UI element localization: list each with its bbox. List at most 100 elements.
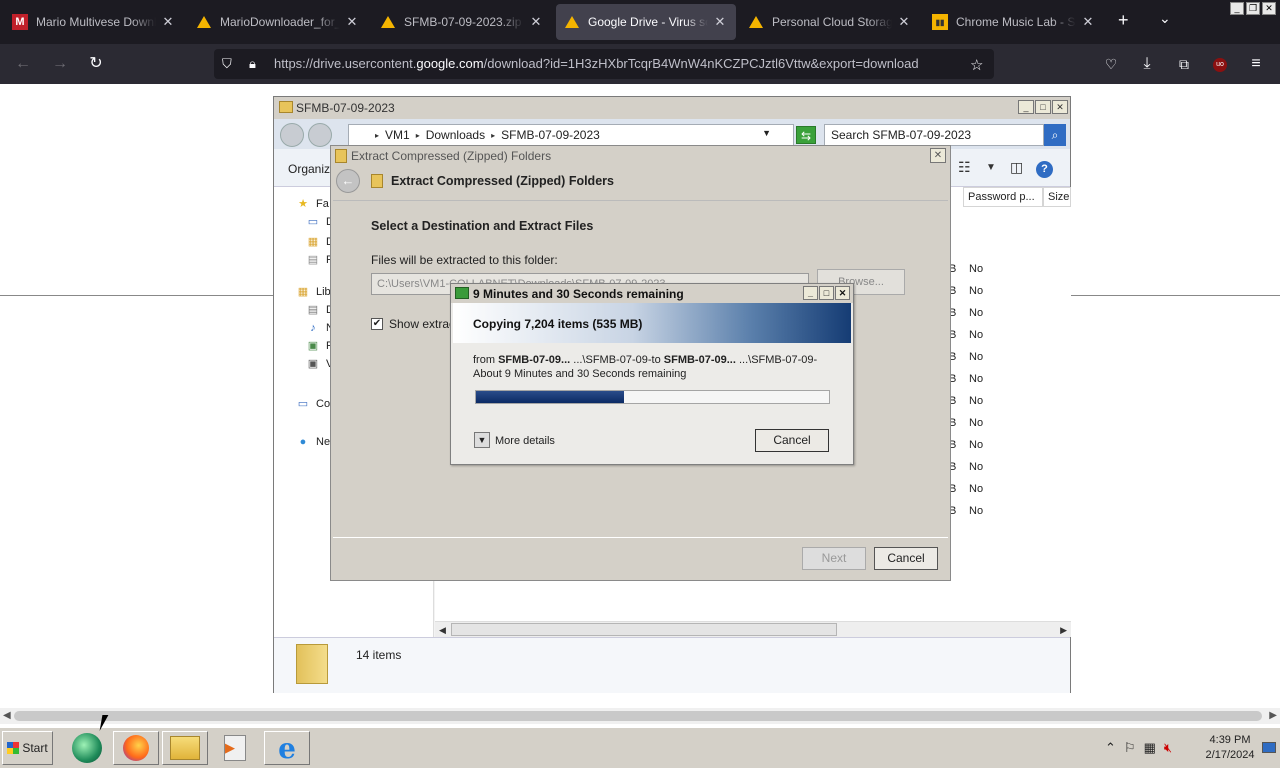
explorer-maximize-button[interactable]: □ bbox=[1035, 100, 1051, 114]
password-protected-value: No bbox=[969, 307, 984, 319]
chevron-down-icon[interactable]: ▼ bbox=[986, 162, 996, 173]
explorer-search-input[interactable]: Search SFMB-07-09-2023 bbox=[824, 124, 1044, 146]
url-bar[interactable]: ⛉ 🔒︎ https://drive.usercontent.google.co… bbox=[214, 49, 994, 79]
page-scrollbar-thumb[interactable] bbox=[14, 711, 1262, 721]
password-protected-value: No bbox=[969, 351, 984, 363]
explorer-title-bar[interactable]: SFMB-07-09-2023 _ □ ✕ bbox=[274, 97, 1070, 119]
preview-pane-icon[interactable]: ◫ bbox=[1010, 159, 1023, 176]
start-button[interactable]: Start bbox=[2, 731, 53, 765]
documents-icon: ▤ bbox=[307, 303, 319, 316]
file-explorer-icon[interactable] bbox=[162, 731, 208, 765]
shield-icon[interactable]: ⛉ bbox=[222, 56, 232, 72]
wizard-header-title: Extract Compressed (Zipped) Folders bbox=[391, 174, 614, 188]
more-details-toggle[interactable]: ▼ bbox=[474, 432, 490, 448]
browser-tab[interactable]: MarioDownloader_for_Yo ✕ bbox=[188, 4, 368, 40]
action-center-flag-icon[interactable]: ⚐ bbox=[1124, 740, 1136, 756]
close-button[interactable]: ✕ bbox=[1262, 2, 1276, 15]
breadcrumb-folder[interactable]: SFMB-07-09-2023 bbox=[501, 128, 600, 142]
more-details-label[interactable]: More details bbox=[495, 435, 555, 447]
tab-close-icon[interactable]: ✕ bbox=[528, 14, 544, 30]
media-center-icon[interactable] bbox=[64, 731, 110, 765]
volume-muted-icon[interactable]: 🔇︎ bbox=[1164, 740, 1172, 756]
search-icon[interactable]: ⌕ bbox=[1044, 124, 1066, 146]
explorer-horizontal-scrollbar[interactable]: ◀ ▶ bbox=[435, 621, 1071, 637]
clock-date: 2/17/2024 bbox=[1205, 749, 1255, 761]
explorer-window-controls: _ □ ✕ bbox=[1018, 100, 1068, 114]
explorer-back-button[interactable] bbox=[280, 123, 304, 147]
show-hidden-icons-icon[interactable]: ⌃ bbox=[1105, 740, 1116, 756]
minimize-button[interactable]: _ bbox=[1230, 2, 1244, 15]
progress-close-button[interactable]: ✕ bbox=[835, 286, 850, 300]
destination-label: Files will be extracted to this folder: bbox=[371, 253, 558, 267]
explorer-minimize-button[interactable]: _ bbox=[1018, 100, 1034, 114]
breadcrumb[interactable]: ▸ VM1 ▸ Downloads ▸ SFMB-07-09-2023 ▼ bbox=[348, 124, 794, 146]
zip-folder-icon bbox=[335, 149, 347, 163]
ublock-icon[interactable]: uo bbox=[1209, 53, 1231, 75]
google-drive-icon bbox=[380, 14, 396, 30]
tab-close-icon[interactable]: ✕ bbox=[1080, 14, 1096, 30]
refresh-icon[interactable]: ⇆ bbox=[796, 126, 816, 144]
bookmark-star-icon[interactable]: ☆ bbox=[970, 56, 983, 74]
lock-icon[interactable]: 🔒︎ bbox=[249, 56, 256, 72]
help-icon[interactable]: ? bbox=[1036, 161, 1053, 178]
site-favicon-icon: M bbox=[12, 14, 28, 30]
forward-arrow-icon[interactable]: → bbox=[49, 53, 71, 75]
wizard-title-bar[interactable]: Extract Compressed (Zipped) Folders ✕ bbox=[331, 146, 950, 166]
breadcrumb-vm1[interactable]: VM1 bbox=[385, 128, 410, 142]
download-icon[interactable]: ⤓ bbox=[1136, 53, 1158, 75]
scroll-left-icon[interactable]: ◀ bbox=[439, 622, 446, 638]
progress-minimize-button[interactable]: _ bbox=[803, 286, 818, 300]
extensions-icon[interactable]: ⧉ bbox=[1173, 53, 1195, 75]
wizard-close-button[interactable]: ✕ bbox=[930, 148, 946, 163]
new-tab-button[interactable]: + bbox=[1118, 10, 1129, 31]
clock[interactable]: 4:39 PM 2/17/2024 bbox=[1202, 733, 1258, 763]
reload-icon[interactable]: ↻ bbox=[85, 53, 107, 75]
password-protected-value: No bbox=[969, 285, 984, 297]
chevron-down-icon[interactable]: ▼ bbox=[762, 128, 771, 138]
explorer-close-button[interactable]: ✕ bbox=[1052, 100, 1068, 114]
nav-item-label: Co bbox=[316, 398, 331, 410]
view-options-icon[interactable]: ☷ bbox=[958, 159, 971, 176]
progress-title-bar[interactable]: 9 Minutes and 30 Seconds remaining _ □ ✕ bbox=[451, 284, 853, 303]
progress-maximize-button[interactable]: □ bbox=[819, 286, 834, 300]
breadcrumb-downloads[interactable]: Downloads bbox=[426, 128, 485, 142]
menu-icon[interactable]: ≡ bbox=[1245, 53, 1267, 75]
browser-tab[interactable]: SFMB-07-09-2023.zip - G ✕ bbox=[372, 4, 552, 40]
browser-tab[interactable]: M Mario Multivese Download ✕ bbox=[4, 4, 184, 40]
firefox-icon[interactable] bbox=[113, 731, 159, 765]
restore-button[interactable]: ❐ bbox=[1246, 2, 1260, 15]
tab-close-icon[interactable]: ✕ bbox=[344, 14, 360, 30]
scroll-right-icon[interactable]: ▶ bbox=[1269, 708, 1277, 724]
page-horizontal-scrollbar[interactable]: ◀ ▶ bbox=[0, 708, 1280, 724]
tab-close-icon[interactable]: ✕ bbox=[896, 14, 912, 30]
wizard-window-title: Extract Compressed (Zipped) Folders bbox=[351, 149, 552, 163]
explorer-forward-button[interactable] bbox=[308, 123, 332, 147]
browser-tab[interactable]: Personal Cloud Storage ✕ bbox=[740, 4, 920, 40]
network-icon[interactable]: ▦ bbox=[1144, 740, 1156, 756]
column-header-size[interactable]: Size bbox=[1043, 187, 1071, 207]
progress-bar-fill bbox=[476, 391, 625, 403]
column-header-password[interactable]: Password p... bbox=[963, 187, 1043, 207]
progress-cancel-button[interactable]: Cancel bbox=[755, 429, 829, 452]
browser-tab[interactable]: ▮▮ Chrome Music Lab - Song ✕ bbox=[924, 4, 1104, 40]
tab-close-icon[interactable]: ✕ bbox=[160, 14, 176, 30]
from-name-link[interactable]: SFMB-07-09... bbox=[498, 354, 570, 366]
media-player-icon[interactable]: ▶ bbox=[212, 731, 258, 765]
wizard-back-button[interactable]: ← bbox=[336, 169, 360, 193]
show-desktop-button[interactable] bbox=[1262, 742, 1276, 753]
scrollbar-thumb[interactable] bbox=[451, 623, 837, 636]
scroll-left-icon[interactable]: ◀ bbox=[3, 708, 11, 724]
wizard-cancel-button[interactable]: Cancel bbox=[874, 547, 938, 570]
show-extracted-checkbox[interactable]: ✔ bbox=[371, 318, 383, 330]
tab-close-icon[interactable]: ✕ bbox=[712, 14, 728, 30]
back-arrow-icon[interactable]: ← bbox=[12, 53, 34, 75]
to-name-link[interactable]: SFMB-07-09... bbox=[664, 354, 736, 366]
browser-tab[interactable]: Google Drive - Virus scan ✕ bbox=[556, 4, 736, 40]
password-protected-value: No bbox=[969, 461, 984, 473]
scroll-right-icon[interactable]: ▶ bbox=[1060, 622, 1067, 638]
internet-explorer-icon[interactable]: e bbox=[264, 731, 310, 765]
url-text[interactable]: https://drive.usercontent.google.com/dow… bbox=[274, 56, 919, 71]
pocket-icon[interactable]: ♡ bbox=[1100, 53, 1122, 75]
next-button[interactable]: Next bbox=[802, 547, 866, 570]
chevron-down-icon[interactable]: ⌄ bbox=[1159, 10, 1171, 27]
